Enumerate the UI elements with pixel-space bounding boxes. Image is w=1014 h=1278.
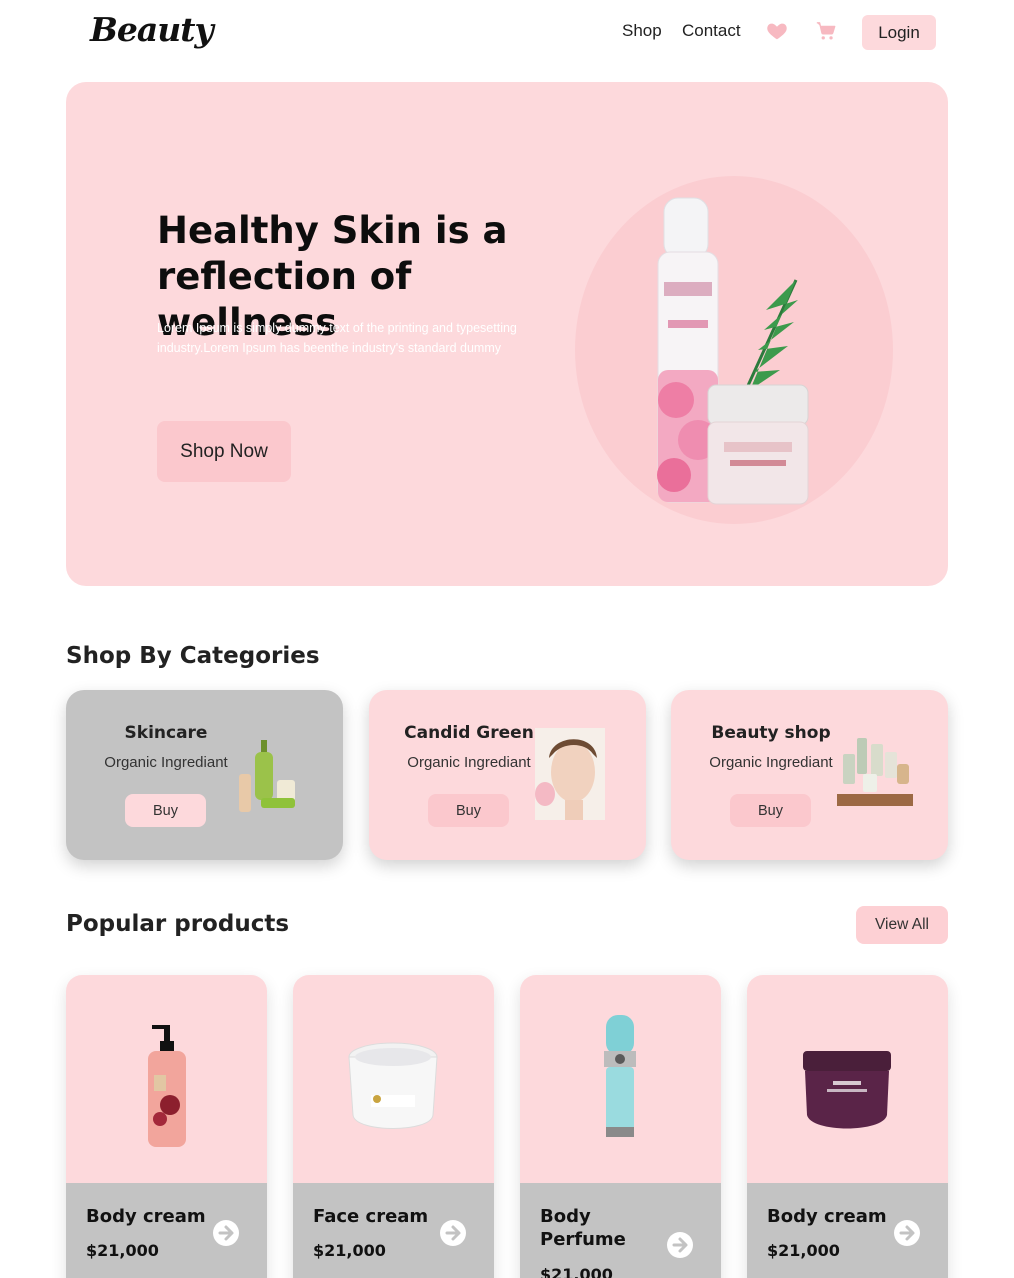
arrow-right-icon[interactable]	[666, 1231, 694, 1259]
product-info: Body cream $21,000	[747, 1183, 948, 1278]
category-image	[535, 728, 605, 820]
product-info: Face cream $21,000	[293, 1183, 494, 1278]
category-image	[239, 740, 295, 812]
product-info: Body cream $21,000	[66, 1183, 267, 1278]
product-price: $21,000	[86, 1241, 159, 1260]
cart-icon[interactable]	[815, 20, 837, 42]
product-name: Body cream	[86, 1206, 206, 1227]
product-info: Body Perfume $21,000	[520, 1183, 721, 1278]
category-buy-button[interactable]: Buy	[730, 794, 811, 827]
product-image-area	[66, 975, 267, 1183]
view-all-button[interactable]: View All	[856, 906, 948, 944]
product-card[interactable]: Body cream $21,000	[66, 975, 267, 1278]
product-card[interactable]: Body cream $21,000	[747, 975, 948, 1278]
nav-shop-link[interactable]: Shop	[622, 21, 662, 41]
category-buy-button[interactable]: Buy	[428, 794, 509, 827]
product-image-area	[520, 975, 721, 1183]
product-image-area	[293, 975, 494, 1183]
product-card[interactable]: Body Perfume $21,000	[520, 975, 721, 1278]
category-card-skincare[interactable]: Skincare Organic Ingrediant Buy	[66, 690, 343, 860]
hero-subtitle: Lorem Ipsum is simply dummy text of the …	[157, 321, 517, 355]
product-name: Body cream	[767, 1206, 887, 1227]
product-image	[803, 1051, 891, 1129]
hero-banner: Healthy Skin is a reflection of wellness…	[66, 82, 948, 586]
heart-icon[interactable]	[766, 20, 788, 42]
login-button[interactable]: Login	[862, 15, 936, 50]
logo[interactable]: Beauty	[90, 10, 214, 49]
top-nav: Beauty Shop Contact Login	[0, 0, 1014, 64]
arrow-right-icon[interactable]	[439, 1219, 467, 1247]
product-image	[604, 1015, 636, 1137]
nav-contact-link[interactable]: Contact	[682, 21, 741, 41]
category-card-beauty-shop[interactable]: Beauty shop Organic Ingrediant Buy	[671, 690, 948, 860]
category-image	[837, 738, 913, 806]
category-card-candid-green[interactable]: Candid Green Organic Ingrediant Buy	[369, 690, 646, 860]
arrow-right-icon[interactable]	[212, 1219, 240, 1247]
category-buy-button[interactable]: Buy	[125, 794, 206, 827]
product-price: $21,000	[313, 1241, 386, 1260]
product-image	[148, 1025, 186, 1147]
product-name: Face cream	[313, 1206, 429, 1227]
product-price: $21,000	[540, 1265, 613, 1278]
hero-product-image	[657, 197, 809, 505]
shop-now-button[interactable]: Shop Now	[157, 421, 291, 482]
product-name: Body Perfume	[540, 1206, 626, 1250]
product-price: $21,000	[767, 1241, 840, 1260]
product-card[interactable]: Face cream $21,000	[293, 975, 494, 1278]
product-image	[348, 1042, 438, 1129]
product-image-area	[747, 975, 948, 1183]
arrow-right-icon[interactable]	[893, 1219, 921, 1247]
categories-title: Shop By Categories	[66, 643, 320, 669]
popular-title: Popular products	[66, 911, 290, 937]
